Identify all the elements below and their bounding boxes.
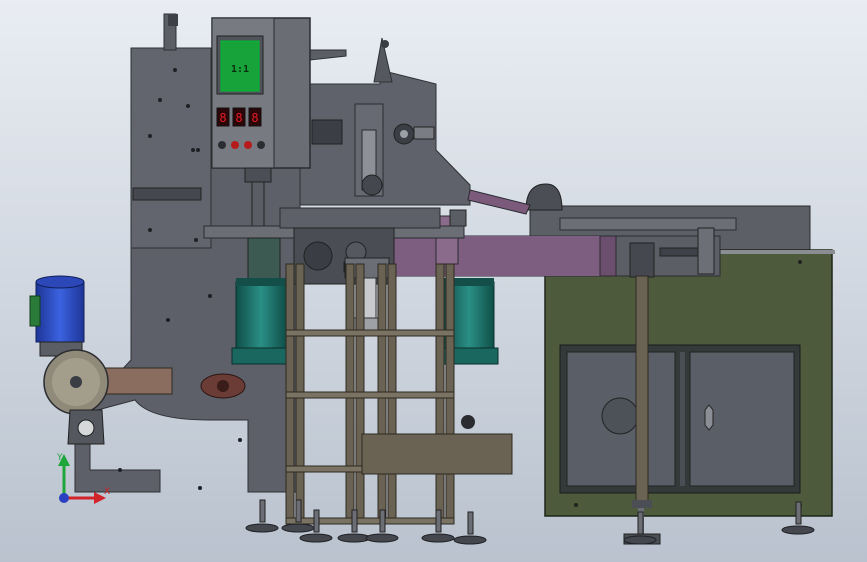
foot-stud: [351, 509, 358, 533]
foot-stud: [795, 501, 802, 525]
panel-button-4[interactable]: [257, 141, 265, 149]
rivet: [198, 486, 202, 490]
foot-stud: [435, 509, 442, 533]
frame-rail: [285, 329, 455, 337]
frame-rail: [285, 517, 455, 525]
foot-stud: [637, 511, 644, 535]
foot-stud: [295, 499, 302, 523]
rivet: [173, 68, 177, 72]
rivet: [148, 134, 152, 138]
foot-pad: [337, 533, 371, 543]
rivet: [158, 98, 162, 102]
foot-pad: [781, 525, 815, 535]
panel-button-3[interactable]: [244, 141, 252, 149]
bearing-flange: [200, 373, 246, 399]
foot-pad: [365, 533, 399, 543]
rivet: [196, 148, 200, 152]
foot-pad: [281, 523, 315, 533]
foot-pad: [299, 533, 333, 543]
rivet: [208, 294, 212, 298]
rivet: [186, 104, 190, 108]
panel-digit-3: 8: [251, 111, 258, 125]
green-cabinet[interactable]: [544, 249, 835, 517]
triad-x-label: X: [104, 487, 110, 497]
panel-button-2[interactable]: [231, 141, 239, 149]
foot-pad: [421, 533, 455, 543]
panel-digit-displays: 8 8 8: [216, 107, 262, 127]
rivet: [238, 438, 242, 442]
cad-viewport[interactable]: 1:1 8 8 8 Y X: [0, 0, 867, 562]
rivet: [118, 468, 122, 472]
foot-stud: [259, 499, 266, 523]
foot-stud: [313, 509, 320, 533]
panel-screen-text: 1:1: [231, 64, 249, 75]
panel-button-1[interactable]: [218, 141, 226, 149]
foot-pad: [245, 523, 279, 533]
panel-digit-1: 8: [219, 111, 226, 125]
rivet: [191, 148, 195, 152]
panel-digit-2: 8: [235, 111, 242, 125]
triad-y-label: Y: [56, 453, 63, 463]
foot-pad: [623, 535, 657, 545]
motor-left[interactable]: [231, 278, 291, 365]
frame-rail: [285, 391, 455, 399]
foot-stud: [467, 511, 474, 535]
foot-pad: [453, 535, 487, 545]
rivet: [148, 228, 152, 232]
foot-stud: [379, 509, 386, 533]
rivet: [166, 318, 170, 322]
rivet: [194, 238, 198, 242]
